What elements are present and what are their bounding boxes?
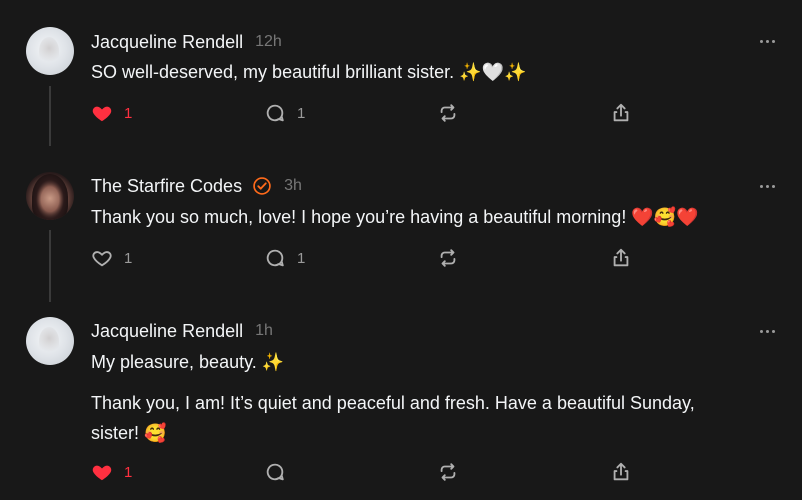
- author-name[interactable]: Jacqueline Rendell: [91, 321, 243, 342]
- thread-line: [49, 230, 51, 302]
- comment-icon: [266, 104, 284, 122]
- heart-icon: [92, 106, 112, 122]
- like-count: 1: [124, 104, 133, 122]
- avatar[interactable]: [26, 172, 74, 220]
- like-button[interactable]: 1: [91, 246, 132, 270]
- timestamp[interactable]: 1h: [255, 322, 273, 340]
- author-name[interactable]: Jacqueline Rendell: [91, 32, 243, 53]
- thread-line: [49, 86, 51, 146]
- comment-icon: [266, 249, 284, 267]
- post-text: SO well-deserved, my beautiful brilliant…: [91, 62, 527, 82]
- reply-button[interactable]: 1: [264, 246, 305, 270]
- reply-button[interactable]: 1: [264, 101, 305, 125]
- share-icon: [613, 248, 629, 267]
- repost-icon: [440, 463, 456, 481]
- more-icon[interactable]: [760, 34, 780, 48]
- action-bar: 1: [91, 460, 651, 484]
- timestamp[interactable]: 12h: [255, 33, 282, 51]
- thread-post: The Starfire Codes 3h Thank you so much,…: [0, 150, 802, 302]
- heart-icon: [92, 465, 112, 481]
- action-bar: 1 1: [91, 101, 651, 125]
- post-text: Thank you so much, love! I hope you’re h…: [91, 207, 699, 227]
- post-text-continued: Thank you, I am! It’s quiet and peaceful…: [91, 393, 695, 443]
- post-header: The Starfire Codes 3h: [91, 174, 302, 198]
- author-name[interactable]: The Starfire Codes: [91, 176, 242, 197]
- post-header: Jacqueline Rendell 1h: [91, 319, 273, 343]
- reply-count: 1: [297, 249, 306, 267]
- share-icon: [613, 462, 629, 481]
- repost-button[interactable]: [437, 246, 459, 270]
- like-count: 1: [124, 249, 133, 267]
- reply-count: 1: [297, 104, 306, 122]
- share-button[interactable]: [610, 246, 632, 270]
- repost-button[interactable]: [437, 460, 459, 484]
- timestamp[interactable]: 3h: [284, 177, 302, 195]
- post-text: My pleasure, beauty. ✨: [91, 352, 285, 372]
- share-icon: [613, 103, 629, 122]
- post-header: Jacqueline Rendell 12h: [91, 30, 282, 54]
- reply-button[interactable]: [264, 460, 297, 484]
- comment-icon: [266, 463, 284, 481]
- repost-button[interactable]: [437, 101, 459, 125]
- heart-icon: [92, 251, 112, 267]
- share-button[interactable]: [610, 460, 632, 484]
- more-icon[interactable]: [760, 324, 780, 338]
- like-button[interactable]: 1: [91, 460, 132, 484]
- more-icon[interactable]: [760, 179, 780, 193]
- thread-post: Jacqueline Rendell 12h SO well-deserved,…: [0, 0, 802, 150]
- like-button[interactable]: 1: [91, 101, 132, 125]
- avatar[interactable]: [26, 317, 74, 365]
- like-count: 1: [124, 463, 133, 481]
- repost-icon: [440, 104, 456, 122]
- verified-badge-icon: [252, 176, 272, 196]
- share-button[interactable]: [610, 101, 632, 125]
- repost-icon: [440, 249, 456, 267]
- thread-post: Jacqueline Rendell 1h My pleasure, beaut…: [0, 295, 802, 500]
- action-bar: 1 1: [91, 246, 651, 270]
- avatar[interactable]: [26, 27, 74, 75]
